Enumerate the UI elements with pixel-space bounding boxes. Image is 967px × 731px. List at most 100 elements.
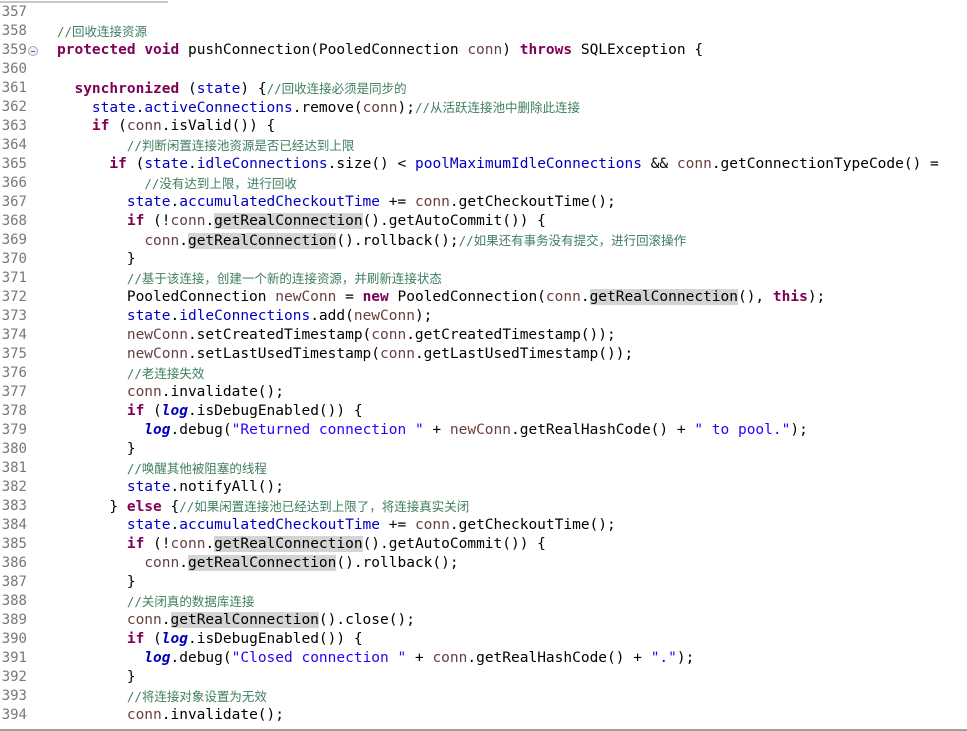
code-line[interactable]: 374 newConn.setCreatedTimestamp(conn.get… [0, 326, 967, 345]
field: activeConnections [144, 100, 293, 116]
code-line[interactable]: 358 //回收连接资源 [0, 22, 967, 41]
code-line[interactable]: 383 } else {//如果闲置连接池已经达到上限了，将连接真实关闭 [0, 497, 967, 516]
code-text: . [170, 308, 180, 324]
comment: //回收连接必须是同步的 [266, 81, 407, 96]
code-line[interactable]: 378 if (log.isDebugEnabled()) { [0, 402, 967, 421]
code-line[interactable]: 369 conn.getRealConnection().rollback();… [0, 231, 967, 250]
code-text: } [57, 574, 136, 590]
code-line[interactable]: 364 //判断闲置连接池资源是否已经达到上限 [0, 136, 967, 155]
local-variable: conn [170, 213, 206, 229]
line-number: 371 [1, 270, 27, 286]
code-line[interactable]: 368 if (!conn.getRealConnection().getAut… [0, 212, 967, 231]
code-text: + [423, 422, 450, 438]
code-line[interactable]: 371 //基于该连接，创建一个新的连接资源，并刷新连接状态 [0, 269, 967, 288]
local-variable: conn [170, 536, 206, 552]
code-text: ); [397, 100, 415, 116]
local-variable: newConn [275, 289, 337, 305]
local-variable: conn [362, 100, 398, 116]
code-text: . [205, 213, 215, 229]
code-line[interactable]: 381 //唤醒其他被阻塞的线程 [0, 459, 967, 478]
code-text: ); [414, 308, 433, 324]
line-code: //基于该连接，创建一个新的连接资源，并刷新连接状态 [57, 269, 442, 289]
code-line[interactable]: 390 if (log.isDebugEnabled()) { [0, 630, 967, 649]
code-line[interactable]: 365 if (state.idleConnections.size() < p… [0, 155, 967, 174]
line-number: 372 [1, 289, 27, 305]
code-line[interactable]: 389 conn.getRealConnection().close(); [0, 611, 967, 630]
code-line[interactable]: 379 log.debug("Returned connection " + n… [0, 421, 967, 440]
code-line[interactable]: 363 if (conn.isValid()) { [0, 117, 967, 136]
local-variable: conn [144, 233, 180, 249]
local-variable: conn [676, 156, 712, 172]
line-code: if (log.isDebugEnabled()) { [57, 402, 363, 421]
static-field: log [144, 422, 171, 438]
code-line[interactable]: 357 [0, 3, 967, 22]
keyword: if [91, 118, 110, 134]
code-line[interactable]: 384 state.accumulatedCheckoutTime += con… [0, 516, 967, 535]
line-code: } else {//如果闲置连接池已经达到上限了，将连接真实关闭 [57, 497, 469, 517]
code-line[interactable]: 393 //将连接对象设置为无效 [0, 687, 967, 706]
code-line[interactable]: 366 //没有达到上限，进行回收 [0, 174, 967, 193]
local-variable: newConn [449, 422, 511, 438]
code-line[interactable]: 382 state.notifyAll(); [0, 478, 967, 497]
code-line[interactable]: 394 conn.invalidate(); [0, 706, 967, 725]
keyword: synchronized [74, 81, 180, 97]
code-line[interactable]: 376 //老连接失效 [0, 364, 967, 383]
comment: //如果闲置连接池已经达到上限了，将连接真实关闭 [179, 499, 470, 514]
line-code: synchronized (state) {//回收连接必须是同步的 [57, 79, 407, 99]
code-text: += [380, 517, 415, 533]
code-text: ( [144, 631, 162, 647]
line-code: //判断闲置连接池资源是否已经达到上限 [57, 136, 355, 156]
code-text: .getLastUsedTimestamp()); [414, 346, 634, 362]
code-line[interactable]: 360 [0, 60, 967, 79]
code-text: .remove( [292, 100, 363, 116]
line-code: state.accumulatedCheckoutTime += conn.ge… [57, 193, 616, 212]
code-text: .getConnectionTypeCode() = [711, 156, 939, 172]
code-text: (), [737, 289, 773, 305]
code-editor[interactable]: 357 358 //回收连接资源 359 protected void pushConn… [0, 3, 967, 725]
code-line[interactable]: 373 state.idleConnections.add(newConn); [0, 307, 967, 326]
code-line[interactable]: 362 state.activeConnections.remove(conn)… [0, 98, 967, 117]
comment: //判断闲置连接池资源是否已经达到上限 [126, 138, 355, 153]
code-text: . [205, 536, 215, 552]
code-line[interactable]: 387 } [0, 573, 967, 592]
code-line[interactable]: 359 protected void pushConnection(PooledC… [0, 41, 967, 60]
code-text: .invalidate(); [161, 384, 284, 400]
line-code: newConn.setCreatedTimestamp(conn.getCrea… [57, 326, 616, 345]
code-line[interactable]: 380 } [0, 440, 967, 459]
code-text: . [179, 555, 188, 571]
code-text: (! [144, 213, 171, 229]
code-text: ( [126, 156, 145, 172]
code-line[interactable]: 367 state.accumulatedCheckoutTime += con… [0, 193, 967, 212]
code-text: = [336, 289, 363, 305]
code-line[interactable]: 385 if (!conn.getRealConnection().getAut… [0, 535, 967, 554]
code-line[interactable]: 372 PooledConnection newConn = new Poole… [0, 288, 967, 307]
code-text: ) { [240, 81, 267, 97]
code-line[interactable]: 377 conn.invalidate(); [0, 383, 967, 402]
code-line[interactable]: 388 //关闭真的数据库连接 [0, 592, 967, 611]
code-line[interactable]: 391 log.debug("Closed connection " + con… [0, 649, 967, 668]
keyword: this [772, 289, 808, 305]
line-number: 387 [1, 574, 27, 590]
code-line[interactable]: 370 } [0, 250, 967, 269]
code-line[interactable]: 361 synchronized (state) {//回收连接必须是同步的 [0, 79, 967, 98]
code-text: ( [179, 81, 197, 97]
code-text: ); [676, 650, 695, 666]
line-number: 381 [1, 460, 27, 476]
line-number: 385 [1, 536, 27, 552]
line-number: 365 [1, 156, 27, 172]
keyword: if [126, 213, 145, 229]
code-line[interactable]: 392 } [0, 668, 967, 687]
code-line[interactable]: 386 conn.getRealConnection().rollback(); [0, 554, 967, 573]
fold-collapse-icon[interactable] [28, 46, 38, 56]
line-code: //将连接对象设置为无效 [57, 687, 267, 707]
code-line[interactable]: 375 newConn.setLastUsedTimestamp(conn.ge… [0, 345, 967, 364]
